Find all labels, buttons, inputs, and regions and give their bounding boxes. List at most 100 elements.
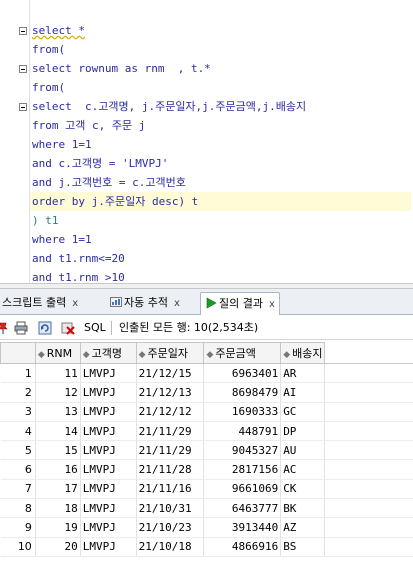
column-header-destination[interactable]: ◆ 배송지 (280, 342, 326, 364)
code-line-current[interactable]: order by j.주문일자 desc) t (30, 192, 411, 211)
cell-rnm[interactable]: 20 (35, 537, 81, 557)
row-number[interactable]: 1 (0, 363, 36, 384)
code-line[interactable]: where 1=1 (32, 230, 413, 249)
cell-destination[interactable]: CK (280, 479, 326, 500)
cell-destination[interactable]: AU (280, 440, 326, 461)
code-line[interactable]: ) t1 (32, 211, 413, 230)
table-row[interactable]: 2 12 LMVPJ 21/12/13 8698479 AI (0, 382, 413, 403)
cell-customer-name[interactable]: LMVPJ (80, 479, 137, 500)
cell-order-date[interactable]: 21/12/13 (136, 382, 205, 403)
fold-minus-icon[interactable] (19, 65, 27, 73)
table-row[interactable]: 10 20 LMVPJ 21/10/18 4866916 BS (0, 537, 413, 557)
code-line[interactable]: select * (32, 21, 413, 40)
code-line[interactable]: and t1.rnm<=20 (32, 249, 413, 268)
code-line[interactable]: where 1=1 (32, 135, 413, 154)
cell-rnm[interactable]: 12 (35, 382, 81, 403)
cell-customer-name[interactable]: LMVPJ (80, 517, 137, 538)
column-header-order-amount[interactable]: ◆ 주문금액 (203, 342, 282, 364)
cell-rnm[interactable]: 19 (35, 517, 81, 538)
cell-order-date[interactable]: 21/11/16 (136, 479, 205, 500)
code-line[interactable]: and t1.rnm >10 (32, 268, 413, 283)
cell-customer-name[interactable]: LMVPJ (80, 537, 137, 557)
table-row[interactable]: 3 13 LMVPJ 21/12/12 1690333 GC (0, 402, 413, 422)
cell-destination[interactable]: BS (280, 537, 326, 557)
cell-customer-name[interactable]: LMVPJ (80, 363, 137, 384)
cell-order-amount[interactable]: 6963401 (203, 363, 282, 384)
code-line[interactable]: from 고객 c, 주문 j (32, 116, 413, 135)
row-number[interactable]: 7 (0, 479, 36, 500)
close-icon[interactable]: x (269, 299, 275, 310)
column-header-customer-name[interactable]: ◆ 고객명 (79, 342, 137, 364)
table-row[interactable]: 4 14 LMVPJ 21/11/29 448791 DP (0, 421, 413, 442)
tab-autotrace[interactable]: 자동 추적 x (106, 292, 184, 315)
cell-rnm[interactable]: 16 (35, 459, 81, 480)
cell-customer-name[interactable]: LMVPJ (80, 498, 137, 519)
row-number[interactable]: 10 (0, 537, 36, 557)
result-grid[interactable]: ◆ RNM ◆ 고객명 ◆ 주문일자 ◆ 주문금액 ◆ 배송지 1 11 LMVPJ 21/12… (0, 342, 413, 557)
cell-rnm[interactable]: 11 (35, 363, 81, 384)
cell-destination[interactable]: AZ (280, 517, 326, 538)
print-icon[interactable] (14, 321, 28, 335)
code-line[interactable]: and c.고객명 = 'LMVPJ' (32, 154, 413, 173)
tab-query-result[interactable]: 질의 결과 x (200, 292, 280, 315)
table-row[interactable]: 9 19 LMVPJ 21/10/23 3913440 AZ (0, 517, 413, 538)
cell-order-date[interactable]: 21/12/15 (136, 363, 205, 384)
cell-order-date[interactable]: 21/11/29 (136, 440, 205, 461)
row-number[interactable]: 4 (0, 421, 36, 442)
cell-customer-name[interactable]: LMVPJ (80, 402, 137, 422)
cell-order-amount[interactable]: 1690333 (203, 402, 282, 422)
cell-order-amount[interactable]: 4866916 (203, 537, 282, 557)
row-number[interactable]: 9 (0, 517, 36, 538)
tab-script-output[interactable]: 스크립트 출력 x (0, 292, 82, 315)
cell-rnm[interactable]: 17 (35, 479, 81, 500)
sort-icon[interactable]: ◆ (206, 350, 213, 360)
cell-order-date[interactable]: 21/11/29 (136, 421, 205, 442)
cell-order-amount[interactable]: 2817156 (203, 459, 282, 480)
row-number[interactable]: 5 (0, 440, 36, 461)
table-row[interactable]: 5 15 LMVPJ 21/11/29 9045327 AU (0, 440, 413, 461)
table-row[interactable]: 6 16 LMVPJ 21/11/28 2817156 AC (0, 459, 413, 480)
cell-rnm[interactable]: 18 (35, 498, 81, 519)
sql-editor[interactable]: select * from( select rownum as rnm , t.… (0, 0, 413, 283)
refresh-icon[interactable] (38, 321, 52, 335)
cell-order-amount[interactable]: 3913440 (203, 517, 282, 538)
fold-minus-icon[interactable] (19, 27, 27, 35)
cell-rnm[interactable]: 14 (35, 421, 81, 442)
cell-destination[interactable]: BK (280, 498, 326, 519)
sql-button[interactable]: SQL (84, 315, 106, 340)
row-number[interactable]: 2 (0, 382, 36, 403)
cell-order-amount[interactable]: 448791 (203, 421, 282, 442)
cell-order-amount[interactable]: 9661069 (203, 479, 282, 500)
cell-customer-name[interactable]: LMVPJ (80, 440, 137, 461)
close-icon[interactable]: x (174, 298, 180, 309)
table-row[interactable]: 1 11 LMVPJ 21/12/15 6963401 AR (0, 363, 413, 384)
cell-order-date[interactable]: 21/10/31 (136, 498, 205, 519)
row-number[interactable]: 8 (0, 498, 36, 519)
sort-icon[interactable]: ◆ (38, 350, 45, 360)
cell-order-date[interactable]: 21/11/28 (136, 459, 205, 480)
cell-destination[interactable]: DP (280, 421, 326, 442)
cell-rnm[interactable]: 15 (35, 440, 81, 461)
cell-order-amount[interactable]: 9045327 (203, 440, 282, 461)
code-line[interactable]: from( (32, 40, 413, 59)
row-number[interactable]: 3 (0, 402, 36, 422)
cell-order-date[interactable]: 21/10/18 (136, 537, 205, 557)
code-line[interactable]: select rownum as rnm , t.* (32, 59, 413, 78)
cell-customer-name[interactable]: LMVPJ (80, 421, 137, 442)
code-line[interactable]: and j.고객번호 = c.고객번호 (32, 173, 413, 192)
close-icon[interactable]: x (72, 298, 78, 309)
cell-order-date[interactable]: 21/10/23 (136, 517, 205, 538)
cell-customer-name[interactable]: LMVPJ (80, 459, 137, 480)
cell-order-amount[interactable]: 6463777 (203, 498, 282, 519)
cell-destination[interactable]: AC (280, 459, 326, 480)
cell-destination[interactable]: GC (280, 402, 326, 422)
cell-destination[interactable]: AI (280, 382, 326, 403)
cell-rnm[interactable]: 13 (35, 402, 81, 422)
cell-order-amount[interactable]: 8698479 (203, 382, 282, 403)
code-line[interactable]: select c.고객명, j.주문일자,j.주문금액,j.배송지 (32, 97, 413, 116)
table-row[interactable]: 7 17 LMVPJ 21/11/16 9661069 CK (0, 479, 413, 500)
code-line[interactable]: from( (32, 78, 413, 97)
sort-icon[interactable]: ◆ (139, 350, 146, 360)
cell-customer-name[interactable]: LMVPJ (80, 382, 137, 403)
fold-minus-icon[interactable] (19, 103, 27, 111)
